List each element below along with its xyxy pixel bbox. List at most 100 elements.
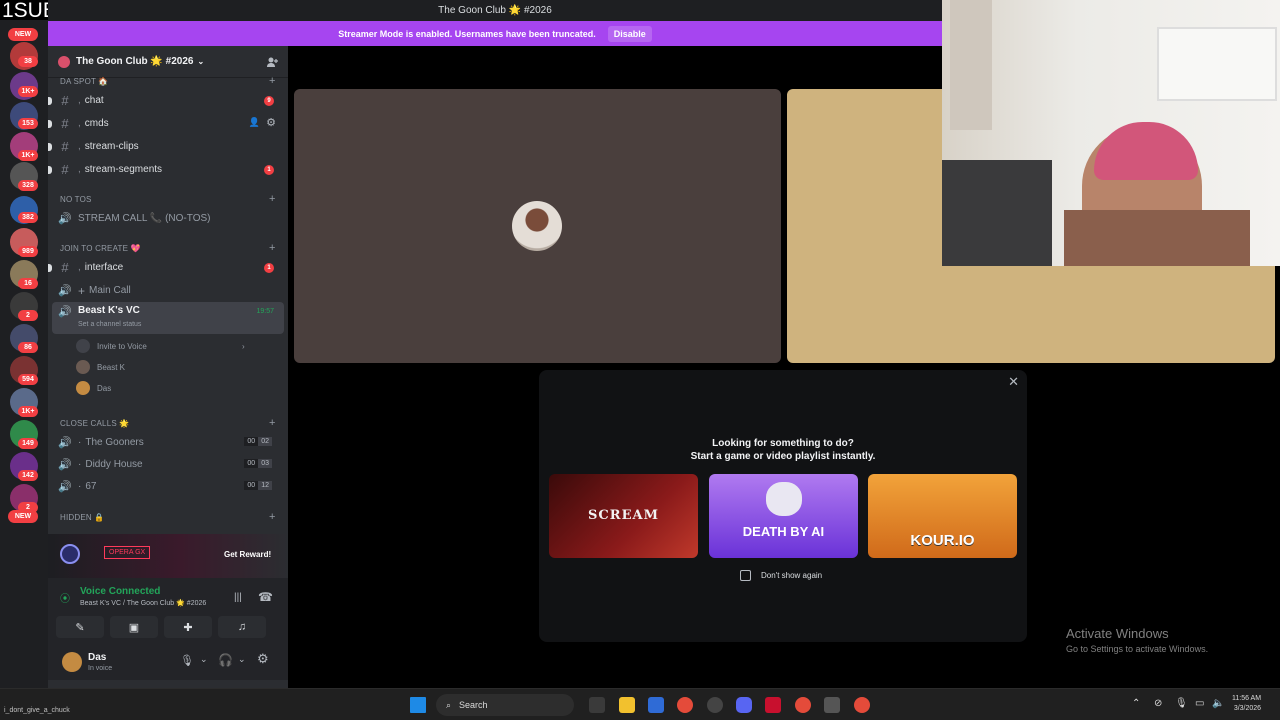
voice-member[interactable]: Das [76,379,111,397]
taskbar-search[interactable]: ⌕ Search [436,694,574,716]
microphone-icon[interactable]: 🎙 [180,654,194,667]
server-badge: 149 [18,438,38,449]
voice-member[interactable]: Beast K [76,358,125,376]
chevron-right-icon: › [242,341,245,351]
discord-icon[interactable] [736,697,752,713]
desktop-screen: { "overlay": {"text": "1SUB=VIP"}, "wind… [0,0,1280,720]
hash-icon: # [61,93,69,108]
chevron-down-icon[interactable]: ⌄ [200,654,208,665]
separator: , [78,141,81,152]
signal-icon[interactable]: ⦿ [60,590,70,605]
close-icon[interactable]: ✕ [1008,374,1019,390]
voice-location[interactable]: Beast K's VC / The Goon Club 🌟 #2026 [80,599,206,607]
channel-interface[interactable]: # , interface 1 [48,257,284,278]
channel-chat[interactable]: # , chat 9 [48,90,284,111]
invite-people-icon[interactable] [266,56,278,68]
channel-beast-vc[interactable]: 🔊 Beast K's VC 19:57 Set a channel statu… [52,302,284,334]
channel-name: interface [84,262,124,273]
category-close-calls[interactable]: CLOSE CALLS 🌟 + [60,417,275,429]
user-limit: 00 12 [244,481,272,490]
channel-name: STREAM CALL 📞 (NO-TOS) [78,213,211,224]
category-no-tos[interactable]: NO TOS + [60,193,275,205]
get-reward-button[interactable]: Get Reward! [224,550,271,559]
category-label: HIDDEN 🔒 [60,513,105,522]
quest-icon [60,544,80,564]
chrome-icon[interactable] [854,697,870,713]
volume-icon[interactable]: 🔈 [1212,698,1224,709]
chrome-icon[interactable] [677,697,693,713]
noise-suppression-icon[interactable]: ||| [234,592,242,603]
store-icon[interactable] [648,697,664,713]
server-badge: 16 [18,278,38,289]
plus-icon[interactable]: + [269,511,276,523]
chevron-down-icon[interactable]: ⌄ [238,654,246,665]
plus-icon[interactable]: + [269,193,276,205]
file-explorer-icon[interactable] [619,697,635,713]
separator: , [78,118,81,129]
server-badge: 1K+ [18,406,38,417]
user-count: 00 [244,437,259,446]
channel-diddy-house[interactable]: 🔊 · Diddy House 00 03 [52,454,284,475]
unread-marker [48,143,52,151]
camera-off-button[interactable]: ✎ [56,616,104,638]
dont-show-again[interactable]: Don't show again [740,570,822,581]
category-label: CLOSE CALLS 🌟 [60,419,130,428]
speaker-icon: 🔊 [58,437,72,449]
search-label: Search [459,700,488,710]
game-tile-scream[interactable]: SCREAM [549,474,698,558]
disable-streamer-button[interactable]: Disable [607,25,652,42]
robot-icon [766,482,802,516]
server-header[interactable]: The Goon Club 🌟 #2026 ⌄ [48,46,288,78]
taskbar-clock[interactable]: 11:56 AM 3/3/2026 [1232,694,1261,714]
channel-status[interactable]: Set a channel status [78,321,141,328]
user-limit-value: 12 [258,481,272,490]
hash-icon: # [61,260,69,275]
acrobat-icon[interactable] [765,697,781,713]
plus-icon[interactable]: + [269,417,276,429]
checkbox[interactable] [740,570,751,581]
gear-icon[interactable]: ⚙ [257,651,269,667]
hash-icon: # [61,116,69,131]
unread-marker [48,97,52,105]
screen-share-button[interactable]: ▣ [110,616,158,638]
activities-button[interactable]: ✚ [164,616,212,638]
category-da-spot[interactable]: DA SPOT 🏠 + [60,75,275,87]
opera-gx-promo[interactable]: OPERA GX Get Reward! [48,534,288,578]
app-icon[interactable] [707,697,723,713]
headphones-icon[interactable]: 🎧 [218,653,233,667]
channel-67[interactable]: 🔊 · 67 00 12 [52,476,284,497]
display-icon[interactable]: ▭ [1195,698,1204,709]
category-hidden[interactable]: HIDDEN 🔒 + [60,511,275,523]
chevron-up-icon[interactable]: ⌃ [1132,698,1140,709]
voice-connected-label[interactable]: Voice Connected [80,586,160,597]
username[interactable]: Das [88,652,106,663]
gear-icon[interactable]: ⚙ [266,116,276,129]
channel-the-gooners[interactable]: 🔊 · The Gooners 00 02 [52,432,284,453]
avatar[interactable] [62,652,82,672]
game-tile-kour-io[interactable]: KOUR.IO [868,474,1017,558]
soundboard-button[interactable]: ♫ [218,616,266,638]
disconnect-icon[interactable]: ☎ [258,590,273,604]
channel-stream-call[interactable]: 🔊 STREAM CALL 📞 (NO-TOS) [52,208,284,229]
channel-stream-segments[interactable]: # , stream-segments 1 [48,159,284,180]
network-icon[interactable]: ⊘ [1154,698,1162,709]
add-member-icon[interactable]: 👤 [249,117,260,128]
invite-to-voice-row[interactable]: Invite to Voice › [76,337,245,355]
channel-stream-clips[interactable]: # , stream-clips [48,136,284,157]
windows-start-icon[interactable] [410,697,426,713]
snipping-tool-icon[interactable] [824,697,840,713]
server-badge: 2 [18,310,38,321]
microphone-icon[interactable]: 🎙 [1175,698,1188,709]
speaker-icon: 🔊 [58,285,72,297]
plus-icon[interactable]: + [269,75,276,87]
channel-main-call[interactable]: 🔊 + Main Call [52,280,284,301]
category-join-to-create[interactable]: JOIN TO CREATE 💖 + [60,242,275,254]
server-badge: 38 [18,56,38,67]
channel-cmds[interactable]: # , cmds 👤 ⚙ [48,113,284,134]
task-view-icon[interactable] [589,697,605,713]
game-tile-death-by-ai[interactable]: DEATH BY AI [709,474,858,558]
chrome-icon[interactable] [795,697,811,713]
plus-icon[interactable]: + [269,242,276,254]
participant-tile[interactable] [294,89,781,363]
avatar [76,360,90,374]
